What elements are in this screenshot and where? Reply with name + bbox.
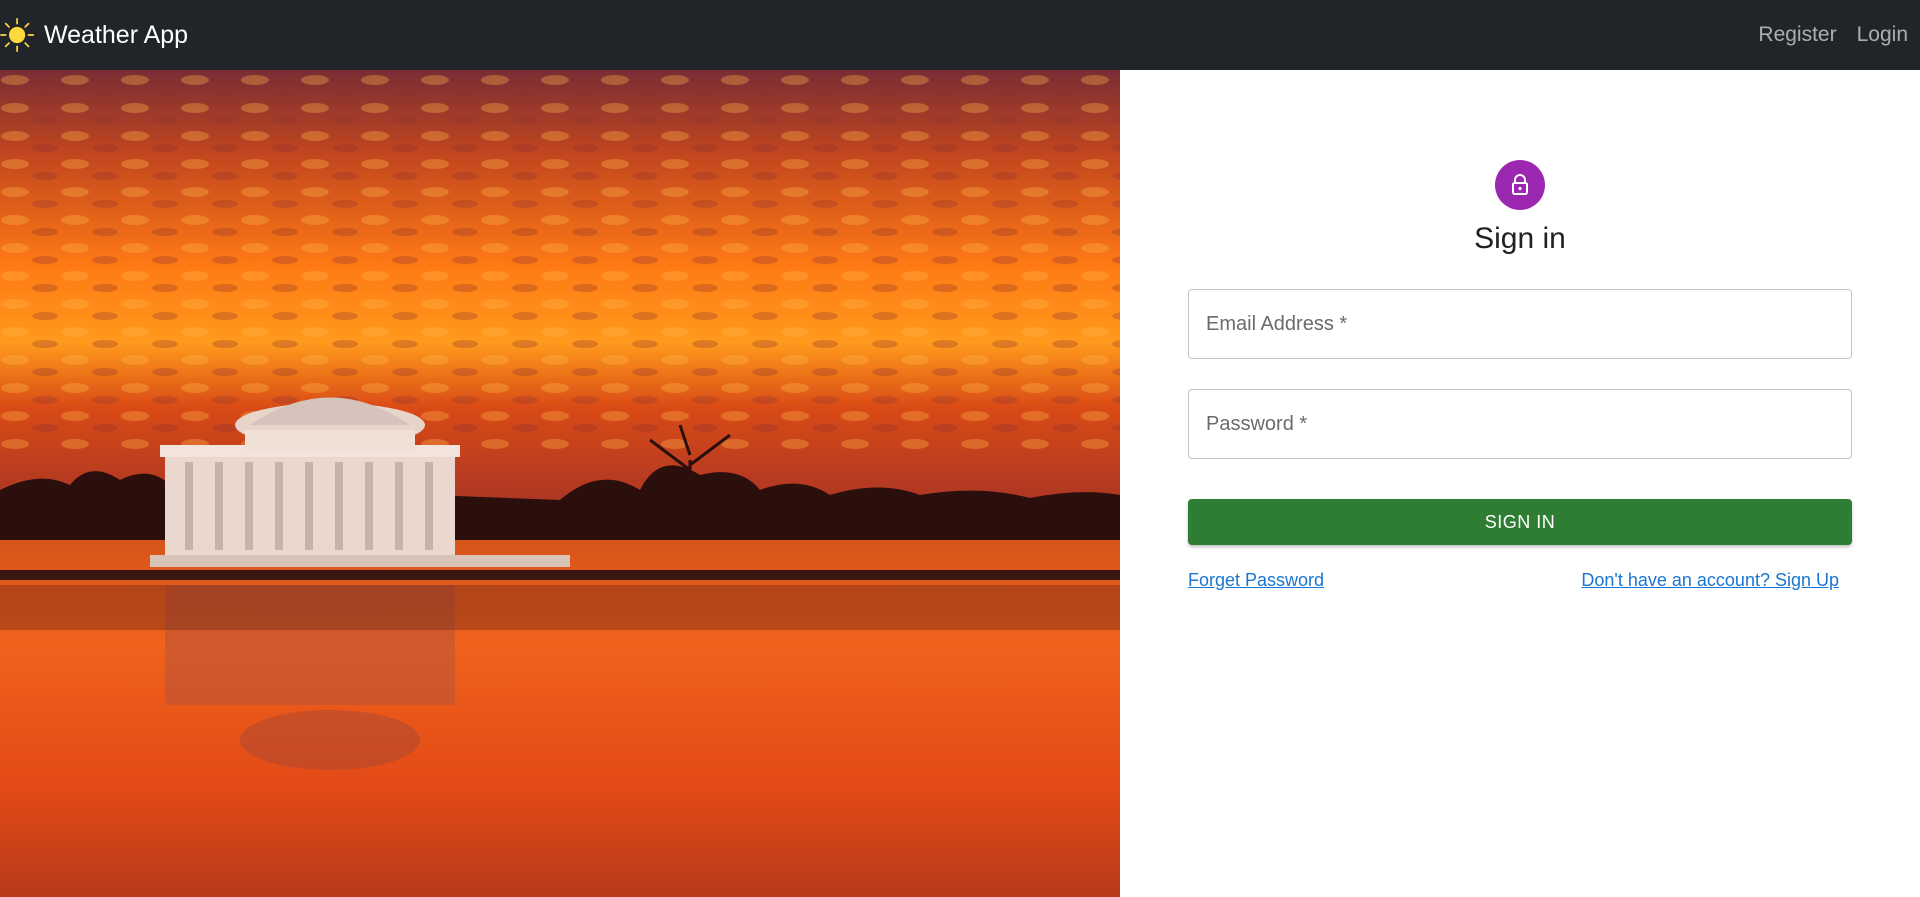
password-field-container — [1188, 389, 1852, 459]
nav-links: Register Login — [1758, 23, 1908, 47]
brand-title: Weather App — [44, 20, 189, 49]
signin-panel: Sign in SIGN IN Forget Password Don't ha… — [1120, 70, 1920, 897]
login-link[interactable]: Login — [1857, 23, 1908, 47]
hero-image — [0, 70, 1120, 897]
signin-avatar — [1495, 160, 1545, 210]
sign-in-button[interactable]: SIGN IN — [1188, 499, 1852, 545]
brand[interactable]: Weather App — [0, 16, 188, 54]
email-field[interactable] — [1206, 312, 1834, 336]
password-field[interactable] — [1206, 412, 1834, 436]
forgot-password-link[interactable]: Forget Password — [1188, 570, 1324, 591]
email-field-container — [1188, 289, 1852, 359]
main-content: Sign in SIGN IN Forget Password Don't ha… — [0, 70, 1920, 897]
sun-icon — [0, 17, 35, 53]
sign-up-link[interactable]: Don't have an account? Sign Up — [1581, 570, 1839, 591]
signin-title: Sign in — [1474, 222, 1566, 255]
signin-links: Forget Password Don't have an account? S… — [1188, 570, 1852, 591]
navbar: Weather App Register Login — [0, 0, 1920, 70]
lock-icon — [1512, 174, 1528, 195]
signin-form: Sign in SIGN IN Forget Password Don't ha… — [1188, 160, 1852, 591]
sunset-memorial-image — [0, 70, 1120, 897]
register-link[interactable]: Register — [1758, 23, 1836, 47]
